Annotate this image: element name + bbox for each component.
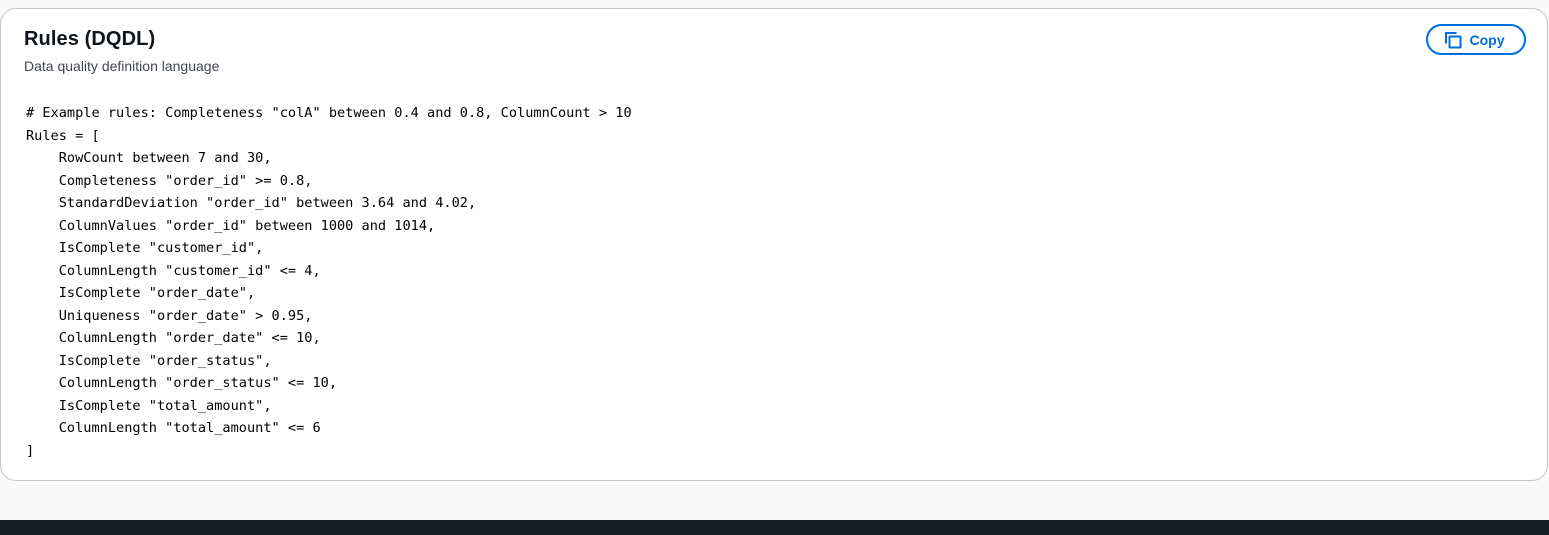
copy-button[interactable]: Copy: [1426, 24, 1526, 55]
code-line: Rules = [: [26, 127, 100, 144]
panel-title: Rules (DQDL): [24, 28, 156, 50]
code-line: StandardDeviation "order_id" between 3.6…: [26, 195, 477, 211]
code-line: ColumnLength "customer_id" <= 4,: [26, 262, 321, 279]
code-line: ]: [26, 442, 35, 459]
code-line: # Example rules: Completeness "colA" bet…: [26, 105, 632, 121]
code-line: IsComplete "total_amount",: [26, 397, 272, 414]
rules-panel: Rules (DQDL) Data quality definition lan…: [0, 8, 1548, 481]
code-line: ColumnLength "total_amount" <= 6: [26, 420, 321, 436]
copy-icon: [1444, 31, 1462, 49]
code-line: RowCount between 7 and 30,: [26, 150, 272, 166]
code-line: ColumnLength "order_date" <= 10,: [26, 330, 321, 346]
code-line: ColumnValues "order_id" between 1000 and…: [26, 217, 436, 234]
code-line: IsComplete "order_status",: [26, 352, 272, 369]
panel-header: Rules (DQDL) Data quality definition lan…: [24, 25, 219, 76]
page: Rules (DQDL) Data quality definition lan…: [0, 0, 1549, 535]
code-line: Uniqueness "order_date" > 0.95,: [26, 307, 313, 324]
code-line: IsComplete "customer_id",: [26, 240, 264, 256]
code-line: ColumnLength "order_status" <= 10,: [26, 375, 337, 391]
panel-description: Data quality definition language: [24, 58, 220, 74]
page-footer: [0, 520, 1549, 535]
code-line: IsComplete "order_date",: [26, 285, 256, 301]
code-block: # Example rules: Completeness "colA" bet…: [26, 102, 1506, 462]
copy-button-label: Copy: [1469, 31, 1505, 48]
code-line: Completeness "order_id" >= 0.8,: [26, 172, 313, 189]
